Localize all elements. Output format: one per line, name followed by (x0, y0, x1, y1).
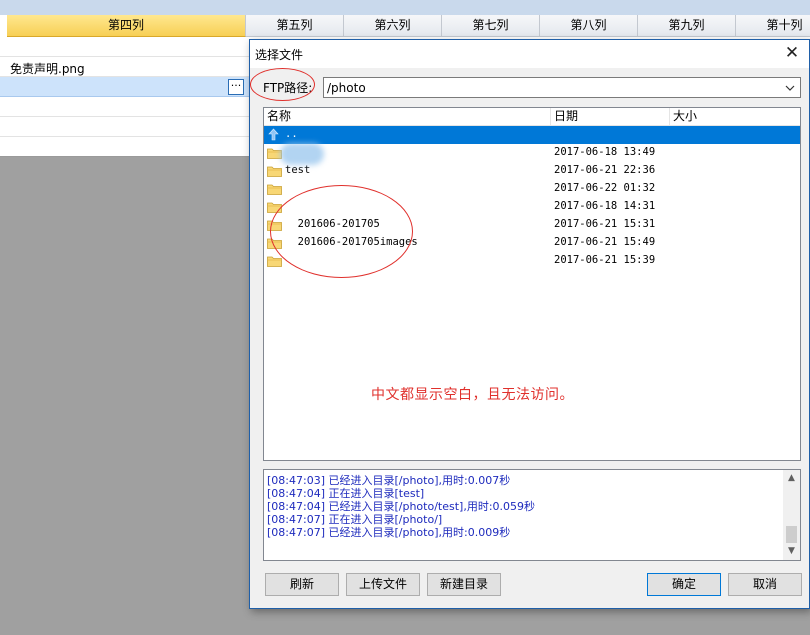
sheet-row[interactable] (0, 117, 250, 137)
redaction-blur (280, 143, 324, 165)
sheet-row-selected[interactable]: ··· (0, 77, 250, 97)
upload-file-button[interactable]: 上传文件 (346, 573, 420, 596)
scroll-thumb[interactable] (786, 526, 797, 543)
file-date: 2017-06-21 15:31 (554, 218, 656, 230)
file-row-parent[interactable]: .. (264, 126, 800, 144)
sheet-border (0, 156, 250, 157)
file-date: 2017-06-22 01:32 (554, 182, 656, 194)
close-button[interactable]: ✕ (781, 43, 803, 65)
column-header-6[interactable]: 第六列 (344, 15, 442, 37)
column-header-7[interactable]: 第七列 (442, 15, 540, 37)
column-header-8[interactable]: 第八列 (540, 15, 638, 37)
sheet-row[interactable] (0, 97, 250, 117)
ok-button[interactable]: 确定 (647, 573, 721, 596)
cancel-button[interactable]: 取消 (728, 573, 802, 596)
new-directory-button[interactable]: 新建目录 (427, 573, 501, 596)
file-name: test (285, 164, 311, 176)
dialog-titlebar[interactable]: 选择文件 ✕ (250, 40, 809, 68)
log-scrollbar[interactable]: ▲ ▼ (783, 470, 800, 560)
sheet-row[interactable] (0, 37, 250, 57)
file-row[interactable]: test 2017-06-21 22:36 (264, 162, 800, 180)
file-date: 2017-06-21 15:49 (554, 236, 656, 248)
sheet-top-bar (0, 0, 810, 15)
close-icon: ✕ (784, 43, 800, 63)
scroll-up-icon[interactable]: ▲ (785, 472, 798, 485)
folder-icon (267, 256, 282, 267)
column-header-4[interactable]: 第四列 (7, 15, 246, 37)
file-row[interactable]: 2017-06-18 13:49 (264, 144, 800, 162)
cell-filename: 免责声明.png (10, 62, 85, 76)
folder-icon (267, 166, 282, 177)
file-list[interactable]: 名称 日期 大小 .. 2017-06-18 13:49 test 2017-0… (263, 107, 801, 461)
file-date: 2017-06-18 14:31 (554, 200, 656, 212)
annotation-circle-path (250, 68, 315, 101)
ftp-path-combobox[interactable]: /photo (323, 77, 801, 98)
folder-icon (267, 184, 282, 195)
annotation-note: 中文都显示空白，且无法访问。 (371, 387, 574, 403)
sheet-row[interactable]: 免责声明.png (0, 57, 250, 77)
column-date-header[interactable]: 日期 (551, 108, 670, 126)
file-list-header: 名称 日期 大小 (264, 108, 800, 126)
log-line: [08:47:07] 已经进入目录[/photo],用时:0.009秒 (267, 526, 511, 539)
scroll-down-icon[interactable]: ▼ (785, 545, 798, 558)
ellipsis-button[interactable]: ··· (228, 79, 244, 95)
column-header-9[interactable]: 第九列 (638, 15, 736, 37)
log-panel[interactable]: [08:47:03] 已经进入目录[/photo],用时:0.007秒 [08:… (263, 469, 801, 561)
sheet-row[interactable] (0, 137, 250, 157)
column-name-header[interactable]: 名称 (264, 108, 551, 126)
file-date: 2017-06-21 15:39 (554, 254, 656, 266)
select-file-dialog: 选择文件 ✕ FTP路径: /photo 名称 日期 大小 .. 2017-06… (249, 39, 810, 609)
column-header-5[interactable]: 第五列 (246, 15, 344, 37)
chevron-down-icon[interactable] (783, 80, 797, 95)
annotation-circle-files (270, 185, 413, 278)
up-arrow-icon (268, 128, 279, 141)
file-name: .. (285, 128, 298, 140)
column-header-10[interactable]: 第十列 (736, 15, 810, 37)
file-date: 2017-06-21 22:36 (554, 164, 656, 176)
refresh-button[interactable]: 刷新 (265, 573, 339, 596)
dialog-title: 选择文件 (255, 48, 304, 62)
ftp-path-value: /photo (327, 81, 366, 95)
file-date: 2017-06-18 13:49 (554, 146, 656, 158)
column-size-header[interactable]: 大小 (670, 108, 800, 126)
